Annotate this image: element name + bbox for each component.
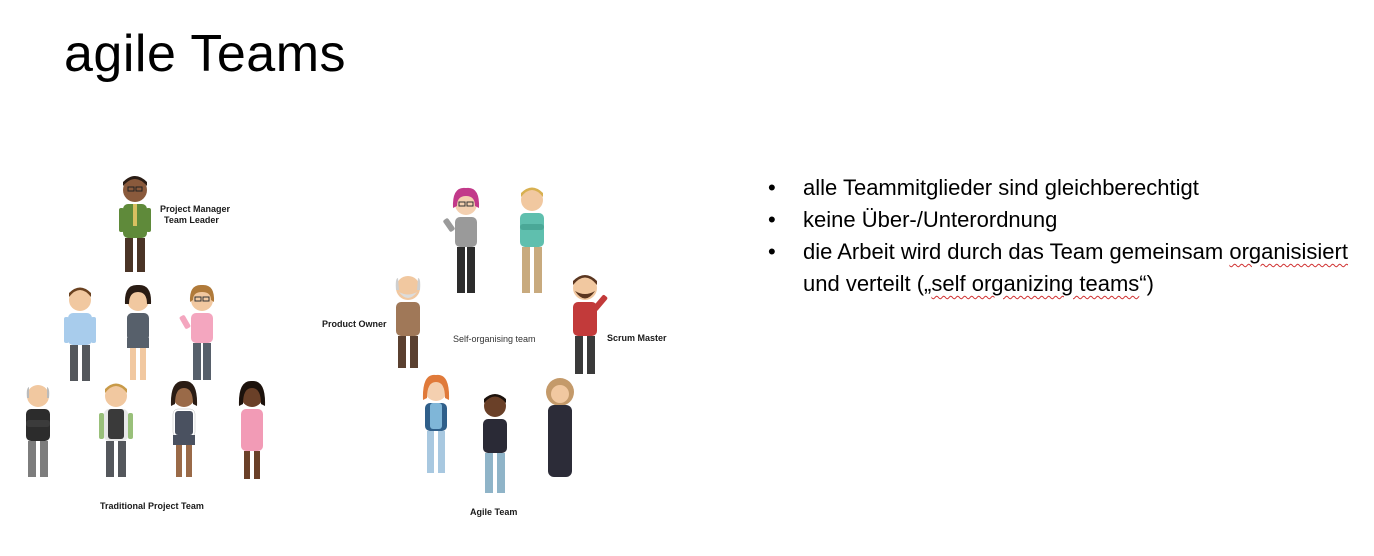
person-trad-8 (238, 380, 266, 479)
person-agile-pink-hair (443, 187, 480, 293)
label-project-manager: Project Manager (160, 204, 231, 214)
label-traditional-team: Traditional Project Team (100, 501, 204, 511)
spell-flagged-phrase: self organizing teams (931, 271, 1140, 296)
person-project-manager (119, 176, 151, 272)
slide-title: agile Teams (64, 25, 347, 83)
person-trad-2 (64, 287, 96, 381)
person-agile-redhead (422, 374, 450, 473)
bullet-text: und verteilt („ (803, 271, 932, 296)
person-agile-dark (483, 394, 507, 493)
label-product-owner: Product Owner (322, 319, 387, 329)
bullet-list: alle Teammitglieder sind gleichberechtig… (768, 172, 1358, 300)
person-trad-7 (170, 380, 198, 477)
person-agile-hijab (546, 378, 574, 477)
spell-flagged-word: organisisiert (1229, 239, 1348, 264)
person-agile-teal (520, 187, 544, 293)
person-trad-4 (179, 284, 215, 380)
person-trad-6 (99, 383, 133, 477)
bullet-item: alle Teammitglieder sind gleichberechtig… (768, 172, 1358, 204)
person-trad-5 (26, 385, 50, 477)
person-trad-3 (124, 284, 152, 380)
label-team-leader: Team Leader (164, 215, 219, 225)
label-self-organising-team: Self-organising team (453, 334, 536, 344)
person-scrum-master (573, 275, 608, 374)
bullet-text: “) (1139, 271, 1154, 296)
team-illustration: Project Manager Team Leader Traditional … (26, 176, 667, 517)
bullet-text: die Arbeit wird durch das Team gemeinsam (803, 239, 1230, 264)
bullet-item: keine Über-/Unterordnung (768, 204, 1358, 236)
bullet-item: die Arbeit wird durch das Team gemeinsam… (768, 236, 1358, 300)
person-product-owner (395, 276, 421, 368)
label-agile-team: Agile Team (470, 507, 517, 517)
label-scrum-master: Scrum Master (607, 333, 667, 343)
